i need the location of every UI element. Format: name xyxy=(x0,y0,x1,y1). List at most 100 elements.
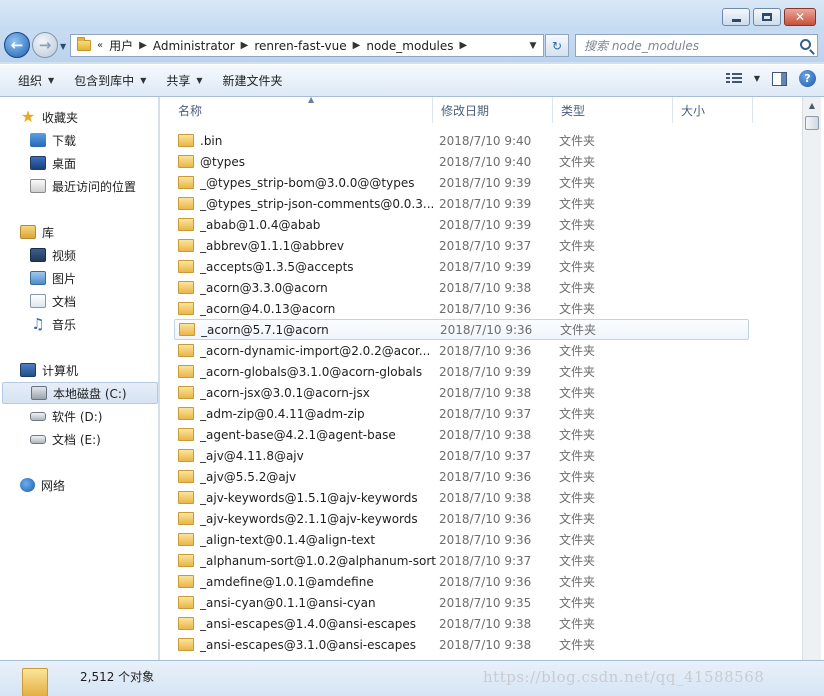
sidebar-item-label: 本地磁盘 (C:) xyxy=(53,386,127,401)
file-type: 文件夹 xyxy=(559,491,596,505)
table-row[interactable]: _ansi-escapes@1.4.0@ansi-escapes 2018/7/1… xyxy=(174,613,749,634)
navigation-bar: ← → ▼ « 用户 ▶ Administrator ▶ renren-fast… xyxy=(0,30,824,62)
new-folder-button[interactable]: 新建文件夹 xyxy=(213,69,293,93)
sidebar-group-favorites[interactable]: ★ 收藏夹 xyxy=(20,106,78,128)
preview-pane-icon[interactable] xyxy=(772,71,787,86)
close-button[interactable]: ✕ xyxy=(784,8,816,26)
table-row[interactable]: _amdefine@1.0.1@amdefine 2018/7/10 9:36 文件… xyxy=(174,571,749,592)
table-row[interactable]: _accepts@1.3.5@accepts 2018/7/10 9:39 文件夹 xyxy=(174,256,749,277)
scroll-up-button[interactable]: ▲ xyxy=(803,97,821,114)
file-type: 文件夹 xyxy=(559,197,596,211)
file-name: _acorn@4.0.13@acorn xyxy=(200,301,336,316)
file-date: 2018/7/10 9:36 xyxy=(439,469,532,484)
table-row[interactable]: _ajv-keywords@2.1.1@ajv-keywords 2018/7/1… xyxy=(174,508,749,529)
column-header-label: 大小 xyxy=(681,103,706,118)
table-row[interactable]: _acorn@5.7.1@acorn 2018/7/10 9:36 文件夹 xyxy=(174,319,749,340)
vertical-scrollbar[interactable]: ▲ xyxy=(802,97,821,660)
breadcrumb-separator[interactable]: ▶ xyxy=(353,40,361,51)
help-icon[interactable]: ? xyxy=(799,70,816,87)
maximize-icon xyxy=(762,13,772,21)
table-row[interactable]: _ajv-keywords@1.5.1@ajv-keywords 2018/7/1… xyxy=(174,487,749,508)
refresh-button[interactable]: ↻ xyxy=(545,34,569,57)
column-header-date[interactable]: 修改日期 xyxy=(433,97,553,123)
view-options-dropdown[interactable]: ▼ xyxy=(754,74,760,83)
table-row[interactable]: _acorn-dynamic-import@2.0.2@acor... 2018/… xyxy=(174,340,749,361)
sidebar-item-label: 最近访问的位置 xyxy=(52,179,137,194)
column-header-label: 类型 xyxy=(561,103,586,118)
address-dropdown-button[interactable]: ▼ xyxy=(523,34,543,57)
table-row[interactable]: _adm-zip@0.4.11@adm-zip 2018/7/10 9:37 文件夹 xyxy=(174,403,749,424)
minimize-button[interactable] xyxy=(722,8,750,26)
change-view-icon[interactable] xyxy=(725,72,742,85)
sidebar-group-network[interactable]: 网络 xyxy=(20,474,65,496)
folder-icon xyxy=(178,512,194,525)
file-date: 2018/7/10 9:39 xyxy=(439,175,532,190)
sidebar-item-drive-d[interactable]: 软件 (D:) xyxy=(30,405,102,427)
search-input[interactable]: 搜索 node_modules xyxy=(575,34,818,57)
sidebar-item-music[interactable]: ♫ 音乐 xyxy=(30,313,76,335)
file-type: 文件夹 xyxy=(559,281,596,295)
sidebar-item-recent-places[interactable]: 最近访问的位置 xyxy=(30,175,136,197)
breadcrumb-item[interactable]: node_modules xyxy=(366,39,453,53)
breadcrumb-item[interactable]: 用户 xyxy=(109,37,133,54)
breadcrumb-separator[interactable]: ▶ xyxy=(460,40,468,51)
maximize-button[interactable] xyxy=(753,8,781,26)
organize-menu[interactable]: 组织 ▼ xyxy=(8,69,64,93)
table-row[interactable]: _@types_strip-json-comments@0.0.3... 2018… xyxy=(174,193,749,214)
sidebar-item-drive-e[interactable]: 文档 (E:) xyxy=(30,428,101,450)
file-name: _accepts@1.3.5@accepts xyxy=(200,259,354,274)
file-date: 2018/7/10 9:37 xyxy=(439,406,532,421)
sidebar-item-videos[interactable]: 视频 xyxy=(30,244,76,266)
table-row[interactable]: _alphanum-sort@1.0.2@alphanum-sort 2018/7… xyxy=(174,550,749,571)
file-name: _acorn-globals@3.1.0@acorn-globals xyxy=(200,364,423,379)
breadcrumb-separator[interactable]: ▶ xyxy=(241,40,249,51)
chevron-down-icon: ▼ xyxy=(196,76,203,85)
sidebar-item-local-disk-c[interactable]: 本地磁盘 (C:) xyxy=(2,382,158,404)
folder-icon xyxy=(178,617,194,630)
table-row[interactable]: _acorn-globals@3.1.0@acorn-globals 2018/7… xyxy=(174,361,749,382)
table-row[interactable]: _acorn@4.0.13@acorn 2018/7/10 9:36 文件夹 xyxy=(174,298,749,319)
video-icon xyxy=(30,248,46,262)
table-row[interactable]: _ansi-escapes@3.1.0@ansi-escapes 2018/7/1… xyxy=(174,634,749,655)
file-type: 文件夹 xyxy=(559,386,596,400)
sidebar-group-computer[interactable]: 计算机 xyxy=(20,359,78,381)
table-row[interactable]: _ajv@4.11.8@ajv 2018/7/10 9:37 文件夹 xyxy=(174,445,749,466)
column-header-name[interactable]: ▲ 名称 xyxy=(170,97,433,123)
sidebar-group-libraries[interactable]: 库 xyxy=(20,221,54,243)
table-row[interactable]: _acorn-jsx@3.0.1@acorn-jsx 2018/7/10 9:38… xyxy=(174,382,749,403)
sidebar-item-downloads[interactable]: 下载 xyxy=(30,129,76,151)
table-row[interactable]: _abab@1.0.4@abab 2018/7/10 9:39 文件夹 xyxy=(174,214,749,235)
table-row[interactable]: _agent-base@4.2.1@agent-base 2018/7/10 9:… xyxy=(174,424,749,445)
breadcrumb-item[interactable]: Administrator xyxy=(153,39,235,53)
folder-icon xyxy=(178,176,194,189)
document-icon xyxy=(30,294,46,308)
table-row[interactable]: _ansi-cyan@0.1.1@ansi-cyan 2018/7/10 9:35… xyxy=(174,592,749,613)
sidebar-item-desktop[interactable]: 桌面 xyxy=(30,152,76,174)
address-bar[interactable]: « 用户 ▶ Administrator ▶ renren-fast-vue ▶… xyxy=(70,34,544,57)
table-row[interactable]: @types 2018/7/10 9:40 文件夹 xyxy=(174,151,749,172)
table-row[interactable]: _abbrev@1.1.1@abbrev 2018/7/10 9:37 文件夹 xyxy=(174,235,749,256)
sidebar-group-label: 库 xyxy=(42,225,55,240)
file-date: 2018/7/10 9:36 xyxy=(439,301,532,316)
table-row[interactable]: _@types_strip-bom@3.0.0@@types 2018/7/10 … xyxy=(174,172,749,193)
search-icon[interactable] xyxy=(800,39,811,50)
file-type: 文件夹 xyxy=(559,176,596,190)
table-row[interactable]: _acorn@3.3.0@acorn 2018/7/10 9:38 文件夹 xyxy=(174,277,749,298)
sidebar-item-documents[interactable]: 文档 xyxy=(30,290,76,312)
include-in-library-menu[interactable]: 包含到库中 ▼ xyxy=(64,69,156,93)
column-header-size[interactable]: 大小 xyxy=(673,97,753,123)
breadcrumb-separator[interactable]: ▶ xyxy=(139,40,147,51)
scroll-thumb[interactable] xyxy=(805,116,819,130)
table-row[interactable]: _align-text@0.1.4@align-text 2018/7/10 9:… xyxy=(174,529,749,550)
table-row[interactable]: _ajv@5.5.2@ajv 2018/7/10 9:36 文件夹 xyxy=(174,466,749,487)
breadcrumb-overflow[interactable]: « xyxy=(97,40,103,51)
column-header-type[interactable]: 类型 xyxy=(553,97,673,123)
file-type: 文件夹 xyxy=(559,533,596,547)
table-row[interactable]: .bin 2018/7/10 9:40 文件夹 xyxy=(174,130,749,151)
share-menu[interactable]: 共享 ▼ xyxy=(156,69,212,93)
recent-pages-dropdown[interactable]: ▼ xyxy=(60,42,66,51)
breadcrumb-item[interactable]: renren-fast-vue xyxy=(254,39,346,53)
back-button[interactable]: ← xyxy=(4,32,30,58)
sidebar-item-pictures[interactable]: 图片 xyxy=(30,267,76,289)
forward-button[interactable]: → xyxy=(32,32,58,58)
